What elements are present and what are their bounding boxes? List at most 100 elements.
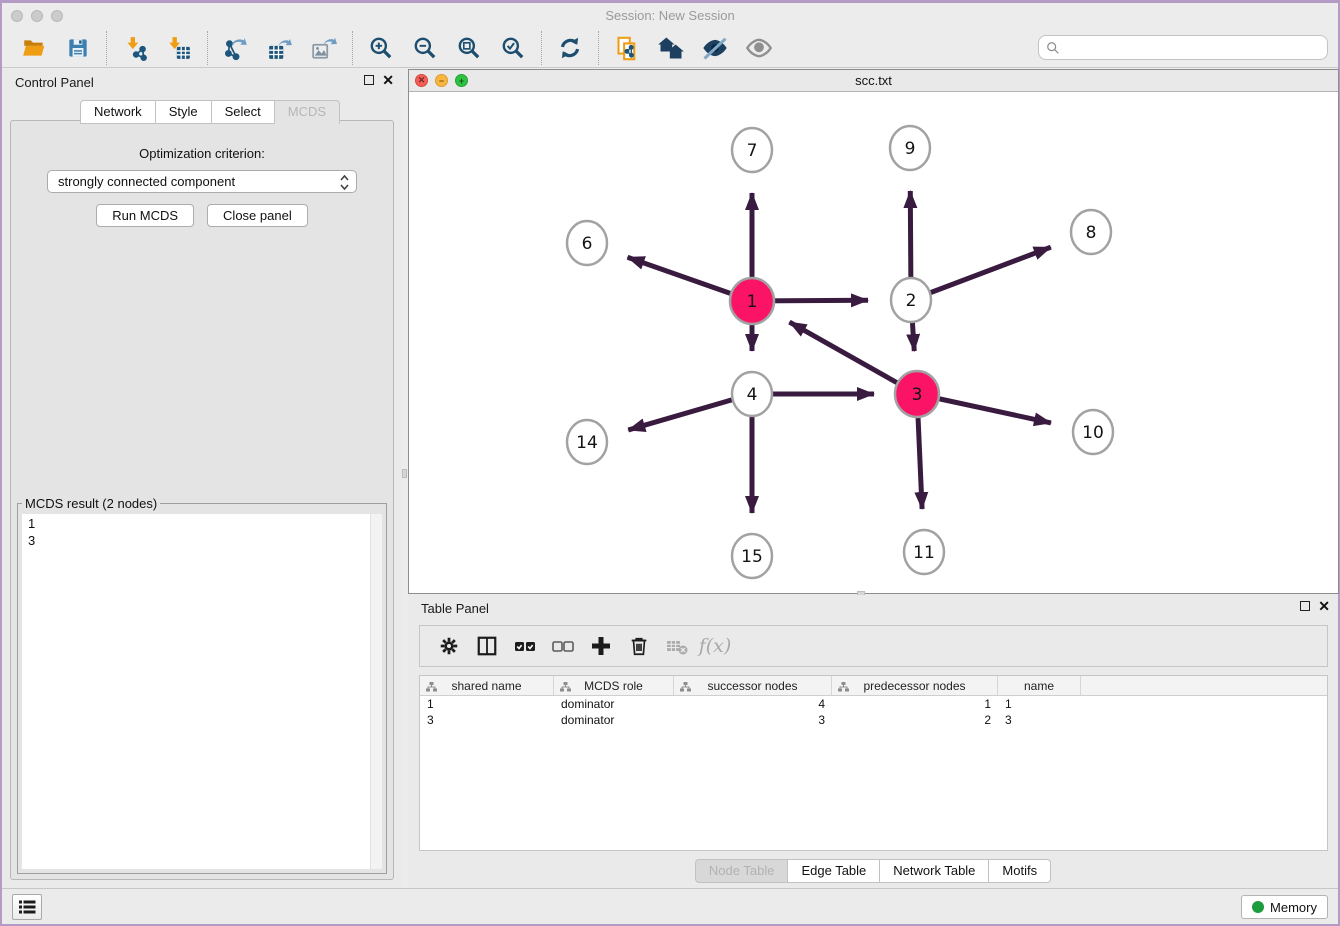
select-all-columns-icon[interactable] — [511, 632, 539, 660]
table-cell[interactable]: 3 — [420, 712, 554, 728]
zoom-out-icon[interactable] — [410, 33, 440, 63]
deselect-all-columns-icon[interactable] — [549, 632, 577, 660]
control-panel-tabs: NetworkStyleSelectMCDS — [80, 100, 340, 124]
main-toolbar — [2, 29, 1338, 68]
column-header-successor-nodes[interactable]: successor nodes — [674, 676, 832, 695]
column-type-icon — [680, 681, 691, 695]
close-table-panel-icon[interactable]: ✕ — [1318, 601, 1330, 611]
table-cell[interactable]: dominator — [554, 712, 674, 728]
criterion-dropdown[interactable]: strongly connected component — [47, 170, 357, 193]
toolbar-separator — [598, 31, 599, 65]
edge-2-8[interactable] — [911, 247, 1051, 300]
node-11[interactable]: 11 — [904, 530, 944, 574]
node-2[interactable]: 2 — [891, 278, 931, 322]
svg-text:3: 3 — [912, 385, 923, 405]
svg-text:4: 4 — [747, 385, 758, 405]
task-history-button[interactable] — [12, 894, 42, 920]
table-row[interactable]: 3dominator323 — [420, 712, 1327, 728]
table-cell[interactable]: 3 — [674, 712, 832, 728]
float-table-panel-icon[interactable] — [1300, 601, 1310, 611]
tab-motifs[interactable]: Motifs — [989, 859, 1051, 883]
tab-network-table[interactable]: Network Table — [880, 859, 989, 883]
import-network-icon[interactable] — [120, 33, 150, 63]
vertical-splitter-handle[interactable] — [402, 469, 407, 478]
search-input[interactable] — [1065, 40, 1327, 55]
mcds-result-list[interactable]: 13 — [22, 514, 382, 869]
tab-edge-table[interactable]: Edge Table — [788, 859, 880, 883]
open-folder-icon[interactable] — [19, 33, 49, 63]
node-7[interactable]: 7 — [732, 128, 772, 172]
node-14[interactable]: 14 — [567, 420, 607, 464]
hide-eye-icon[interactable] — [700, 33, 730, 63]
close-panel-icon[interactable]: ✕ — [382, 75, 394, 85]
column-header-shared-name[interactable]: shared name — [420, 676, 554, 695]
app-titlebar: Session: New Session — [2, 3, 1338, 29]
tab-mcds[interactable]: MCDS — [275, 100, 340, 124]
tab-select[interactable]: Select — [212, 100, 275, 124]
column-header-name[interactable]: name — [998, 676, 1081, 695]
table-settings-gear-icon[interactable] — [435, 632, 463, 660]
search-field[interactable] — [1038, 35, 1328, 60]
table-row[interactable]: 1dominator411 — [420, 696, 1327, 712]
tab-node-table[interactable]: Node Table — [695, 859, 789, 883]
zoom-fit-icon[interactable] — [454, 33, 484, 63]
tab-style[interactable]: Style — [156, 100, 212, 124]
node-1[interactable]: 1 — [730, 278, 774, 324]
export-table-icon[interactable] — [265, 33, 295, 63]
delete-column-trash-icon[interactable] — [625, 632, 653, 660]
node-8[interactable]: 8 — [1071, 210, 1111, 254]
column-header-MCDS-role[interactable]: MCDS role — [554, 676, 674, 695]
column-type-icon — [838, 681, 849, 695]
node-6[interactable]: 6 — [567, 221, 607, 265]
mcds-result-item[interactable]: 1 — [28, 515, 376, 532]
table-panel-header: Table Panel ✕ — [408, 595, 1338, 621]
table-cell[interactable]: 1 — [998, 696, 1081, 712]
network-canvas[interactable]: 7 9 6 8 1 2 4 3 14 10 15 11 — [409, 92, 1338, 593]
zoom-selected-icon[interactable] — [498, 33, 528, 63]
refresh-icon[interactable] — [555, 33, 585, 63]
memory-button[interactable]: Memory — [1241, 895, 1328, 919]
duplicate-network-icon[interactable] — [612, 33, 642, 63]
function-builder-icon[interactable]: f(x) — [701, 632, 729, 660]
table-panel-title: Table Panel — [421, 601, 489, 616]
svg-text:10: 10 — [1082, 423, 1104, 443]
run-mcds-button[interactable]: Run MCDS — [96, 204, 194, 227]
mcds-result-item[interactable]: 3 — [28, 532, 376, 549]
create-column-plus-icon[interactable] — [587, 632, 615, 660]
table-cell[interactable]: dominator — [554, 696, 674, 712]
node-15[interactable]: 15 — [732, 534, 772, 578]
node-3[interactable]: 3 — [895, 371, 939, 417]
export-network-icon[interactable] — [221, 33, 251, 63]
svg-text:1: 1 — [747, 292, 758, 312]
close-panel-button[interactable]: Close panel — [207, 204, 308, 227]
homes-icon[interactable] — [656, 33, 686, 63]
optimization-criterion-label: Optimization criterion: — [11, 146, 393, 161]
network-graph[interactable]: 7 9 6 8 1 2 4 3 14 10 15 11 — [409, 92, 1338, 593]
column-header-predecessor-nodes[interactable]: predecessor nodes — [832, 676, 998, 695]
node-9[interactable]: 9 — [890, 126, 930, 170]
float-panel-icon[interactable] — [364, 75, 374, 85]
node-10[interactable]: 10 — [1073, 410, 1113, 454]
tab-network[interactable]: Network — [80, 100, 156, 124]
node-table[interactable]: shared nameMCDS rolesuccessor nodesprede… — [419, 675, 1328, 851]
show-column-pane-icon[interactable] — [473, 632, 501, 660]
table-cell[interactable]: 4 — [674, 696, 832, 712]
table-cell[interactable]: 2 — [832, 712, 998, 728]
node-4[interactable]: 4 — [732, 372, 772, 416]
memory-label: Memory — [1270, 900, 1317, 915]
column-type-icon — [560, 681, 571, 695]
import-table-icon[interactable] — [164, 33, 194, 63]
mcds-panel: Optimization criterion: strongly connect… — [10, 120, 394, 880]
delete-table-icon[interactable] — [663, 632, 691, 660]
save-icon[interactable] — [63, 33, 93, 63]
table-cell[interactable]: 1 — [420, 696, 554, 712]
table-cell[interactable]: 3 — [998, 712, 1081, 728]
svg-text:6: 6 — [582, 234, 593, 254]
dropdown-spinner-icon — [339, 174, 350, 194]
network-window-titlebar[interactable]: ✕ − + scc.txt — [409, 70, 1338, 92]
zoom-in-icon[interactable] — [366, 33, 396, 63]
result-scrollbar[interactable] — [370, 514, 382, 869]
export-image-icon[interactable] — [309, 33, 339, 63]
show-eye-icon[interactable] — [744, 33, 774, 63]
table-cell[interactable]: 1 — [832, 696, 998, 712]
